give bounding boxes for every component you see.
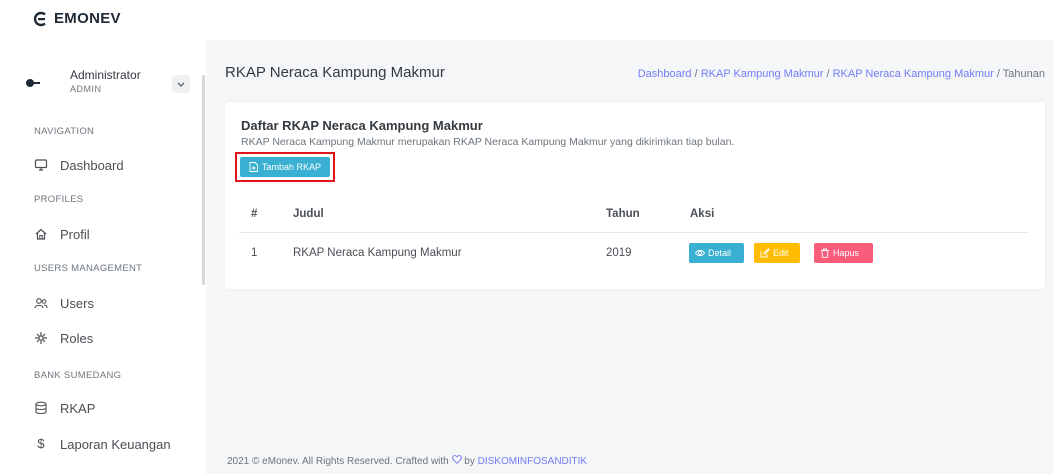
user-role: ADMIN — [70, 84, 102, 94]
section-label-navigation: NAVIGATION — [34, 126, 95, 137]
users-icon — [34, 296, 48, 310]
roles-icon — [34, 331, 48, 345]
column-header-aksi: Aksi — [690, 208, 715, 220]
column-header-tahun: Tahun — [606, 208, 640, 220]
edit-icon — [760, 248, 770, 258]
sidebar-item-label: Roles — [60, 330, 94, 346]
logo[interactable]: EMONEV — [32, 10, 121, 27]
sidebar-item-rkap[interactable]: RKAP — [34, 398, 95, 418]
breadcrumb-separator: / — [694, 68, 698, 80]
user-box[interactable]: Administrator ADMIN — [26, 66, 196, 106]
sidebar-item-roles[interactable]: Roles — [34, 328, 93, 348]
footer: 2021 © eMonev. All Rights Reserved. Craf… — [227, 455, 587, 467]
sidebar-item-label: Dashboard — [60, 157, 124, 173]
logo-icon — [33, 11, 46, 26]
footer-text: 2021 © eMonev. All Rights Reserved. Craf… — [227, 456, 449, 467]
breadcrumb-separator: / — [826, 68, 830, 80]
hapus-label: Hapus — [833, 248, 860, 258]
avatar — [26, 79, 40, 87]
sidebar-item-dashboard[interactable]: Dashboard — [34, 155, 124, 175]
add-rkap-button[interactable]: Tambah RKAP — [240, 157, 330, 177]
hapus-button[interactable]: Hapus — [814, 243, 873, 263]
row-number: 1 — [251, 247, 258, 259]
breadcrumb-rkap-kampung-makmur[interactable]: RKAP Kampung Makmur — [701, 68, 824, 80]
breadcrumb-rkap-neraca[interactable]: RKAP Neraca Kampung Makmur — [833, 68, 994, 80]
edit-button[interactable]: Edit — [754, 243, 800, 263]
home-icon — [34, 227, 48, 241]
footer-link[interactable]: DISKOMINFOSANDITIK — [478, 456, 587, 467]
breadcrumb-separator: / — [996, 68, 1000, 80]
page-title: RKAP Neraca Kampung Makmur — [225, 64, 445, 81]
breadcrumb-current: Tahunan — [1002, 68, 1045, 80]
sidebar-item-laporan-keuangan[interactable]: $ Laporan Keuangan — [34, 434, 171, 454]
add-rkap-label: Tambah RKAP — [261, 162, 322, 172]
sidebar: Administrator ADMIN NAVIGATION Dashboard… — [0, 40, 206, 474]
detail-label: Detail — [708, 248, 732, 258]
footer-by: by — [464, 456, 475, 467]
eye-icon — [695, 249, 705, 257]
dollar-icon: $ — [37, 436, 45, 451]
chevron-down-icon[interactable] — [172, 75, 190, 93]
trash-icon — [821, 248, 829, 258]
monitor-icon — [34, 158, 48, 172]
logo-text: EMONEV — [54, 10, 121, 27]
heart-icon — [451, 455, 462, 464]
sidebar-item-profil[interactable]: Profil — [34, 224, 90, 244]
column-header-number: # — [251, 208, 258, 220]
rkap-card: Daftar RKAP Neraca Kampung Makmur RKAP N… — [225, 102, 1045, 289]
user-name: Administrator — [70, 68, 141, 82]
row-judul: RKAP Neraca Kampung Makmur — [293, 247, 462, 259]
detail-button[interactable]: Detail — [689, 243, 744, 263]
card-title: Daftar RKAP Neraca Kampung Makmur — [241, 118, 483, 133]
sidebar-item-label: Users — [60, 295, 94, 311]
top-bar: EMONEV — [0, 0, 1053, 40]
section-label-profiles: PROFILES — [34, 194, 84, 205]
sidebar-scrollbar[interactable] — [202, 75, 205, 285]
file-plus-icon — [249, 162, 258, 172]
breadcrumb: Dashboard / RKAP Kampung Makmur / RKAP N… — [638, 68, 1045, 80]
breadcrumb-dashboard[interactable]: Dashboard — [638, 68, 692, 80]
section-label-users-management: USERS MANAGEMENT — [34, 263, 143, 274]
table-divider — [239, 232, 1029, 233]
edit-label: Edit — [773, 248, 789, 258]
column-header-judul: Judul — [293, 208, 324, 220]
sidebar-item-label: RKAP — [60, 400, 96, 416]
sidebar-item-label: Laporan Keuangan — [60, 436, 171, 452]
sidebar-item-users[interactable]: Users — [34, 293, 94, 313]
sidebar-item-label: Profil — [60, 226, 90, 242]
database-icon — [34, 401, 48, 415]
section-label-bank-sumedang: BANK SUMEDANG — [34, 370, 122, 381]
card-description: RKAP Neraca Kampung Makmur merupakan RKA… — [241, 136, 735, 148]
row-tahun: 2019 — [606, 247, 632, 259]
